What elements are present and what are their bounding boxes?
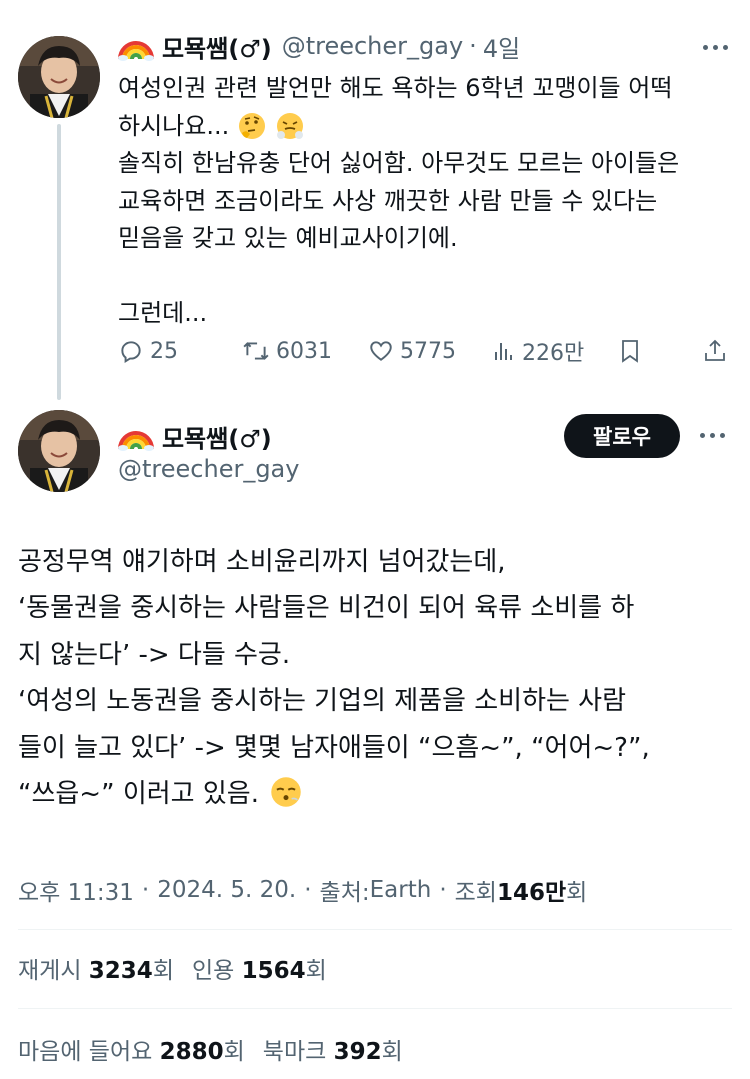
- follow-button[interactable]: 팔로우: [564, 414, 680, 458]
- separator-dot: ·: [439, 877, 447, 903]
- rainbow-icon: [118, 421, 154, 451]
- tweet-line-with-emoji: “쓰읍~” 이러고 있음.: [18, 769, 738, 816]
- tweet-line-with-emoji: 하시나요...: [118, 108, 738, 146]
- tweet-time[interactable]: 오후 11:31: [18, 873, 134, 907]
- views-suffix: 회: [566, 880, 588, 906]
- stat-suffix: 회: [223, 1039, 245, 1065]
- separator-dot: ·: [304, 877, 312, 903]
- reply-icon: [121, 341, 141, 364]
- bookmarks-label: 북마크: [262, 1039, 334, 1065]
- bookmarks-count: 392: [333, 1039, 382, 1065]
- likes-stat[interactable]: 마음에 들어요 2880회: [18, 1032, 245, 1066]
- tweet-line: 그런데...: [118, 299, 208, 327]
- stat-suffix: 회: [381, 1039, 403, 1065]
- more-options-icon[interactable]: [700, 433, 725, 438]
- tweet-line: 지 않는다’ -> 다들 수긍.: [18, 639, 291, 670]
- retweet-button[interactable]: 6031: [242, 330, 332, 372]
- tweet-line: 하시나요...: [118, 111, 230, 140]
- tweet-actions: 25 6031 5775 226만: [118, 330, 730, 372]
- retweets-label: 재게시: [18, 958, 89, 984]
- views-button[interactable]: 226만: [492, 330, 584, 372]
- retweet-icon: [243, 342, 269, 360]
- author-name[interactable]: 모묙쌤(♂): [162, 29, 272, 64]
- heart-icon: [370, 341, 392, 361]
- author-handle[interactable]: @treecher_gay: [118, 452, 299, 486]
- like-button[interactable]: 5775: [368, 330, 456, 372]
- tweet-line: “쓰읍~” 이러고 있음.: [18, 779, 259, 810]
- separator-dot: ·: [469, 32, 477, 60]
- bookmark-icon: [622, 340, 638, 363]
- thinking-face-icon: [237, 111, 267, 141]
- share-button[interactable]: [703, 330, 733, 372]
- divider: [18, 929, 732, 930]
- tweet-line: 솔직히 한남유충 단어 싫어함. 아무것도 모르는 아이들은: [118, 149, 680, 177]
- separator-dot: ·: [141, 877, 150, 903]
- tweet-date[interactable]: 2024. 5. 20.: [157, 877, 296, 903]
- more-options-icon[interactable]: [703, 45, 728, 50]
- reply-count: 25: [150, 338, 178, 364]
- likes-label: 마음에 들어요: [18, 1039, 160, 1065]
- tweet-line: 들이 늘고 있다’ -> 몇몇 남자애들이 “으흠~”, “어어~?”,: [18, 732, 650, 763]
- source-value: Earth: [369, 877, 432, 903]
- retweets-stat[interactable]: 재게시 3234회: [18, 951, 174, 985]
- stat-suffix: 회: [305, 958, 327, 984]
- bookmark-button[interactable]: [618, 330, 648, 372]
- quotes-stat[interactable]: 인용 1564회: [192, 951, 327, 985]
- tweet-line: [118, 258, 738, 296]
- tweet-line: 믿음을 갖고 있는 예비교사이기에.: [118, 224, 458, 252]
- tweet-text: 공정무역 얘기하며 소비윤리까지 넘어갔는데, ‘동물권을 중시하는 사람들은 …: [18, 536, 738, 815]
- tweet-line: 여성인권 관련 발언만 해도 욕하는 6학년 꼬맹이들 어떡: [118, 74, 673, 102]
- likes-count: 2880: [159, 1039, 224, 1065]
- thread-connector-line: [57, 124, 61, 400]
- stats-row: 재게시 3234회 인용 1564회: [18, 946, 327, 990]
- like-count: 5775: [400, 338, 456, 364]
- retweets-count: 3234: [88, 958, 153, 984]
- share-icon: [705, 339, 725, 361]
- views-count: 146만: [496, 880, 567, 906]
- author-name-row: 모묙쌤(♂): [118, 418, 272, 454]
- author-handle[interactable]: @treecher_gay: [282, 32, 463, 60]
- tweet-line: ‘여성의 노동권을 중시하는 기업의 제품을 소비하는 사람: [18, 686, 627, 717]
- stat-suffix: 회: [152, 958, 174, 984]
- views-count: 226만: [522, 341, 585, 366]
- tweet-time[interactable]: 4일: [483, 29, 520, 64]
- quotes-label: 인용: [191, 958, 242, 984]
- tweet-first[interactable]: 모묙쌤(♂) @treecher_gay · 4일 여성인권 관련 발언만 해도…: [0, 0, 750, 400]
- tweet-metadata: 오후 11:31 · 2024. 5. 20. · 출처: Earth · 조회…: [18, 868, 587, 912]
- views-chart-icon: [495, 343, 512, 360]
- divider: [18, 1008, 732, 1009]
- tweet-header: 모묙쌤(♂) @treecher_gay · 4일: [118, 28, 520, 64]
- tweet-text: 여성인권 관련 발언만 해도 욕하는 6학년 꼬맹이들 어떡 하시나요... 솔…: [118, 70, 738, 333]
- face-exhaling-icon: [269, 775, 303, 809]
- tweet-line: 공정무역 얘기하며 소비윤리까지 넘어갔는데,: [18, 546, 506, 577]
- tweet-line: ‘동물권을 중시하는 사람들은 비건이 되어 육류 소비를 하: [18, 593, 635, 624]
- face-with-steam-icon: [275, 111, 305, 141]
- reply-button[interactable]: 25: [118, 330, 178, 372]
- author-name[interactable]: 모묙쌤(♂): [162, 419, 272, 454]
- rainbow-icon: [118, 31, 154, 61]
- avatar[interactable]: [18, 36, 100, 118]
- source-label: 출처:: [319, 880, 370, 906]
- avatar[interactable]: [18, 410, 100, 492]
- quotes-count: 1564: [241, 958, 306, 984]
- tweet-line: 교육하면 조금이라도 사상 깨끗한 사람 만들 수 있다는: [118, 186, 658, 215]
- stats-row: 마음에 들어요 2880회 북마크 392회: [18, 1027, 403, 1071]
- retweet-count: 6031: [276, 338, 332, 364]
- views-label: 조회: [454, 880, 497, 906]
- bookmarks-stat[interactable]: 북마크 392회: [263, 1032, 403, 1066]
